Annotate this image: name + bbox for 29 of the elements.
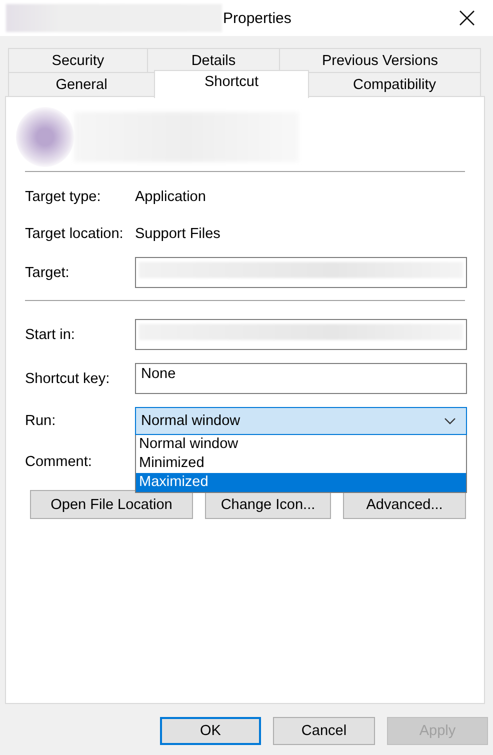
dropdown-option[interactable]: Minimized (136, 454, 466, 473)
field-label: Shortcut key: (25, 370, 111, 386)
dialog-button[interactable]: OK (160, 717, 261, 745)
dropdown-option[interactable]: Maximized (136, 473, 466, 492)
field-label: Target: (25, 264, 70, 280)
dialog-button[interactable]: Cancel (273, 717, 375, 745)
tab[interactable]: Compatibility (308, 72, 481, 97)
input-field[interactable] (135, 319, 467, 350)
action-button[interactable]: Change Icon... (205, 490, 331, 519)
tab[interactable]: Security (8, 48, 148, 72)
input-field[interactable] (135, 257, 467, 288)
value-text: Application (135, 189, 206, 205)
input-field[interactable]: None (135, 363, 467, 394)
window-title: Properties (223, 10, 292, 26)
dropdown-option[interactable]: Normal window (136, 435, 466, 454)
field-label: Start in: (25, 326, 76, 342)
tab[interactable]: General (8, 72, 155, 97)
tab[interactable]: Shortcut (154, 70, 309, 98)
action-button[interactable]: Advanced... (343, 490, 466, 519)
action-button[interactable]: Open File Location (30, 490, 193, 519)
value-text: Support Files (135, 226, 220, 242)
tab[interactable]: Previous Versions (279, 48, 481, 72)
run-dropdown[interactable]: Normal window (135, 407, 467, 435)
field-label: Target type: (25, 189, 102, 205)
chevron-down-icon (444, 417, 456, 425)
field-label: Run: (25, 413, 57, 429)
field-label: Target location: (25, 226, 124, 242)
close-icon[interactable] (459, 10, 475, 26)
field-label: Comment: (25, 454, 93, 470)
